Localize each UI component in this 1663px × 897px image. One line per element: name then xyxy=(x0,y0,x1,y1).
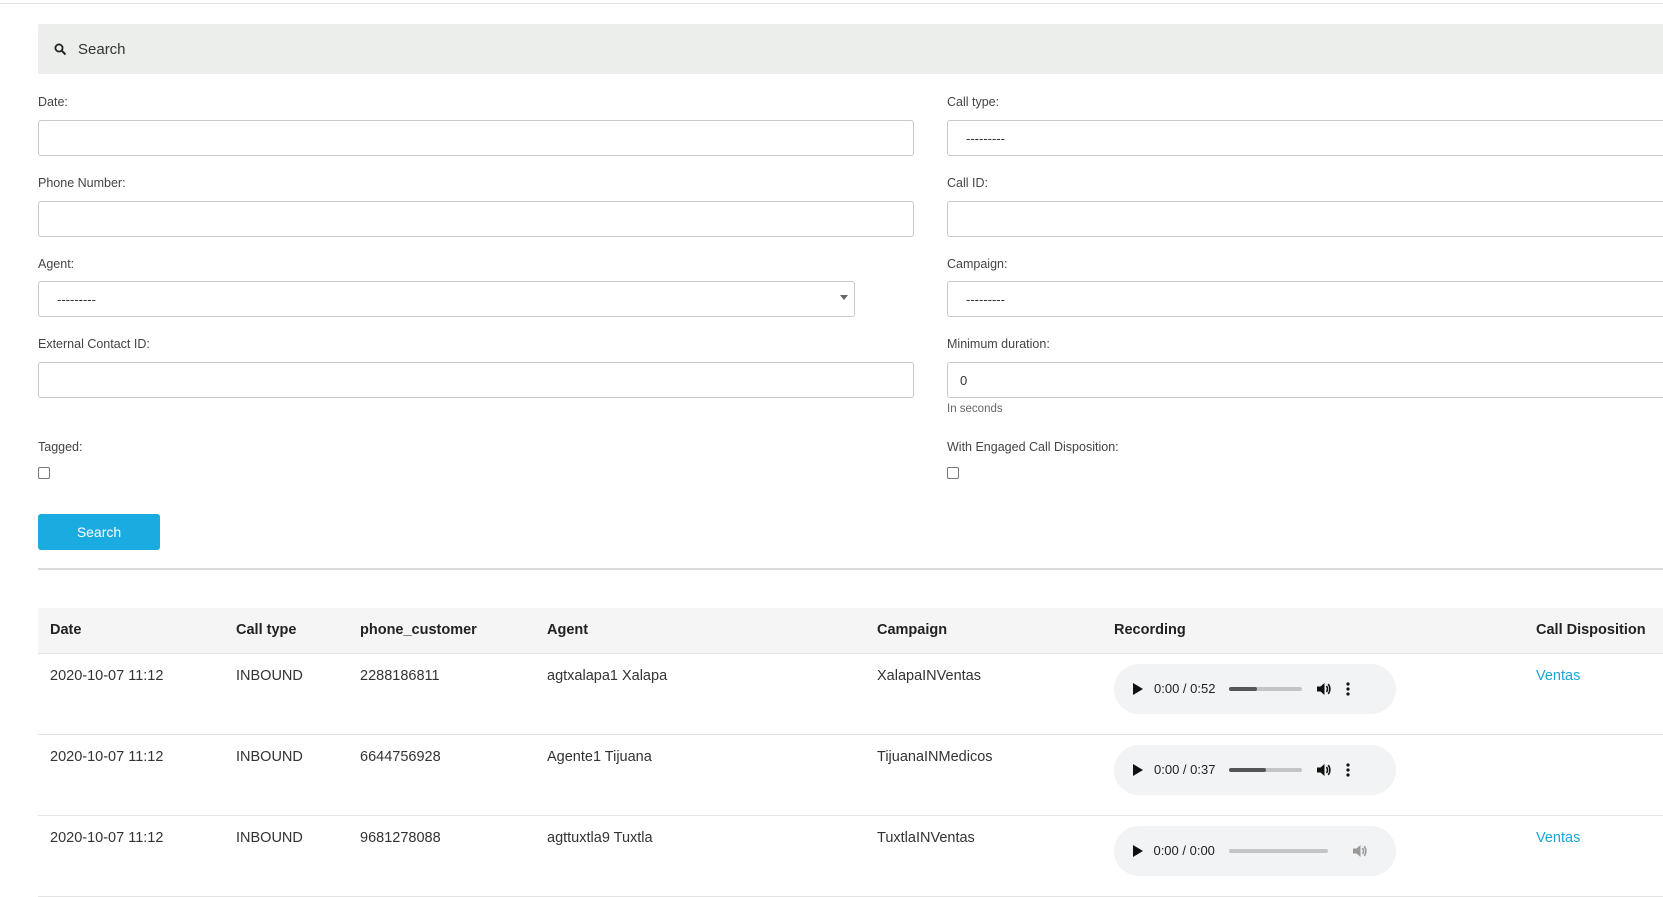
audio-time: 0:00 / 0:52 xyxy=(1154,681,1216,696)
play-icon[interactable] xyxy=(1132,682,1146,696)
minimum-duration-label: Minimum duration: xyxy=(947,337,1050,351)
call-type-select[interactable]: --------- xyxy=(947,120,1663,156)
volume-icon xyxy=(1352,843,1368,859)
cell-campaign: TijuanaINMedicos xyxy=(865,734,1102,816)
column-header-campaign[interactable]: Campaign xyxy=(865,608,1102,654)
phone-number-field[interactable] xyxy=(38,201,914,237)
disposition-link[interactable]: Ventas xyxy=(1536,830,1580,846)
cell-recording: 0:00 / 0:52 xyxy=(1102,653,1524,735)
cell-call-type: INBOUND xyxy=(224,734,348,816)
cell-phone-customer: 9681278088 xyxy=(348,815,535,897)
engaged-disposition-label: With Engaged Call Disposition: xyxy=(947,440,1119,454)
chevron-down-icon xyxy=(840,295,848,300)
phone-number-label: Phone Number: xyxy=(38,176,126,190)
search-icon xyxy=(54,42,68,56)
cell-agent: agttuxtla9 Tuxtla xyxy=(535,815,865,897)
cell-phone-customer: 6644756928 xyxy=(348,734,535,816)
audio-player: 0:00 / 0:52 xyxy=(1114,663,1396,714)
audio-buffer-fill xyxy=(1229,686,1258,691)
cell-agent: Agente1 Tijuana xyxy=(535,734,865,816)
audio-buffer-fill xyxy=(1229,767,1266,772)
table-row: 2020-10-07 11:12 INBOUND 2288186811 agtx… xyxy=(38,653,1663,735)
cell-call-type: INBOUND xyxy=(224,815,348,897)
call-id-field[interactable] xyxy=(947,201,1663,237)
minimum-duration-help: In seconds xyxy=(947,403,1003,415)
search-panel-header[interactable]: Search xyxy=(38,24,1663,74)
column-header-phone-customer[interactable]: phone_customer xyxy=(348,608,535,654)
cell-recording: 0:00 / 0:00 xyxy=(1102,815,1524,897)
table-row: 2020-10-07 11:12 INBOUND 6644756928 Agen… xyxy=(38,734,1663,816)
audio-time: 0:00 / 0:00 xyxy=(1153,843,1215,858)
agent-label: Agent: xyxy=(38,257,75,271)
play-icon[interactable] xyxy=(1132,844,1145,858)
tagged-label: Tagged: xyxy=(38,440,83,454)
audio-progress-slider[interactable] xyxy=(1228,848,1328,853)
audio-player: 0:00 / 0:00 xyxy=(1114,825,1396,876)
cell-campaign: TuxtlaINVentas xyxy=(865,815,1102,897)
cell-date: 2020-10-07 11:12 xyxy=(38,734,224,816)
results-table: Date Call type phone_customer Agent Camp… xyxy=(38,608,1663,897)
engaged-disposition-checkbox[interactable] xyxy=(947,467,959,479)
table-row: 2020-10-07 11:12 INBOUND 9681278088 agtt… xyxy=(38,815,1663,897)
cell-call-disposition xyxy=(1524,734,1663,816)
tagged-checkbox[interactable] xyxy=(38,467,50,479)
volume-icon[interactable] xyxy=(1316,762,1332,778)
campaign-select[interactable]: --------- xyxy=(947,281,1663,317)
section-divider xyxy=(38,568,1663,570)
cell-recording: 0:00 / 0:37 xyxy=(1102,734,1524,816)
top-divider xyxy=(0,3,1663,4)
column-header-call-disposition[interactable]: Call Disposition xyxy=(1524,608,1663,654)
audio-time: 0:00 / 0:37 xyxy=(1154,762,1216,777)
external-contact-id-field[interactable] xyxy=(38,362,914,398)
date-field[interactable] xyxy=(38,120,914,156)
search-panel-title: Search xyxy=(78,40,126,58)
disposition-link[interactable]: Ventas xyxy=(1536,668,1580,684)
more-options-icon[interactable] xyxy=(1346,681,1352,697)
external-contact-id-label: External Contact ID: xyxy=(38,337,150,351)
campaign-label: Campaign: xyxy=(947,257,1008,271)
audio-player: 0:00 / 0:37 xyxy=(1114,744,1396,795)
call-type-label: Call type: xyxy=(947,95,1000,109)
cell-call-disposition: Ventas xyxy=(1524,815,1663,897)
cell-campaign: XalapaINVentas xyxy=(865,653,1102,735)
call-id-label: Call ID: xyxy=(947,176,988,190)
cell-date: 2020-10-07 11:12 xyxy=(38,815,224,897)
column-header-recording: Recording xyxy=(1102,608,1524,654)
minimum-duration-field[interactable]: 0 xyxy=(947,362,1663,398)
agent-select[interactable]: --------- xyxy=(38,281,855,317)
play-icon[interactable] xyxy=(1132,763,1146,777)
column-header-date[interactable]: Date xyxy=(38,608,224,654)
volume-icon[interactable] xyxy=(1316,681,1332,697)
audio-progress-slider[interactable] xyxy=(1229,767,1303,772)
cell-agent: agtxalapa1 Xalapa xyxy=(535,653,865,735)
audio-progress-slider[interactable] xyxy=(1229,686,1303,691)
cell-call-type: INBOUND xyxy=(224,653,348,735)
table-header-row: Date Call type phone_customer Agent Camp… xyxy=(38,608,1663,654)
cell-phone-customer: 2288186811 xyxy=(348,653,535,735)
search-button[interactable]: Search xyxy=(38,514,160,550)
cell-call-disposition: Ventas xyxy=(1524,653,1663,735)
column-header-agent[interactable]: Agent xyxy=(535,608,865,654)
agent-select-value: --------- xyxy=(57,291,96,307)
cell-date: 2020-10-07 11:12 xyxy=(38,653,224,735)
more-options-icon[interactable] xyxy=(1346,762,1352,778)
date-label: Date: xyxy=(38,95,68,109)
column-header-call-type[interactable]: Call type xyxy=(224,608,348,654)
